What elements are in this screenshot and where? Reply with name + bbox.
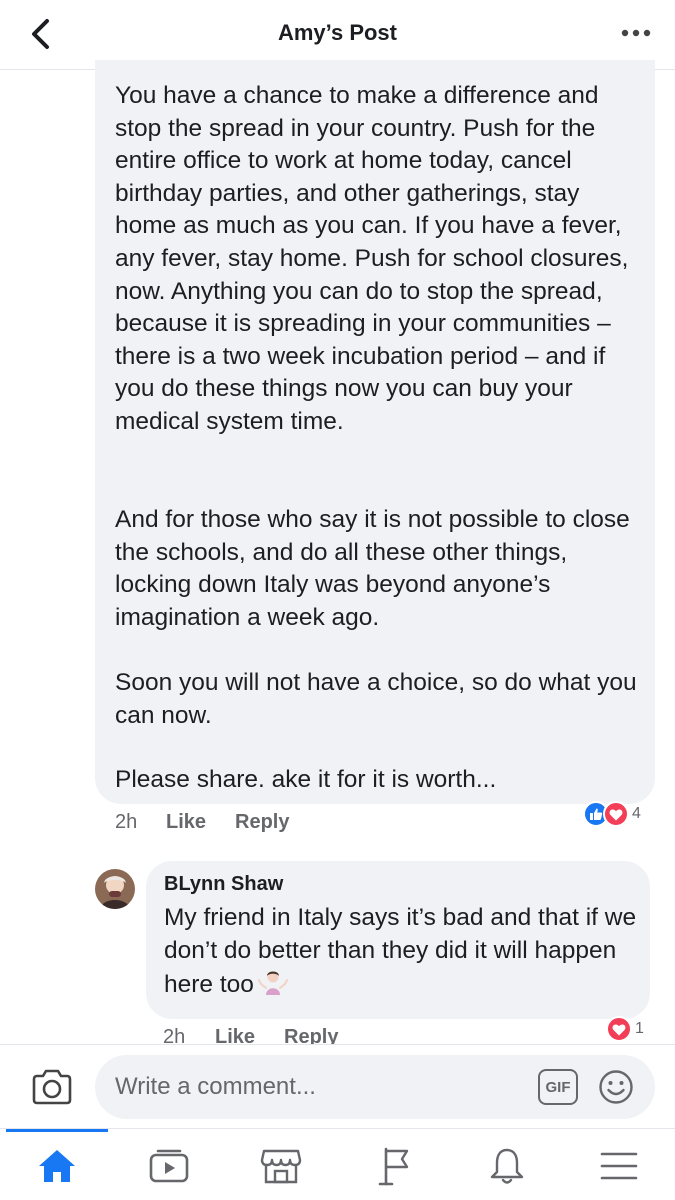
reply-bubble: BLynn Shaw My friend in Italy says it’s … [146,861,650,1019]
comment-paragraph: Please share. ake it for it is worth... [115,766,497,793]
home-icon [39,1150,75,1182]
reply-author-name[interactable]: BLynn Shaw [164,873,283,896]
notifications-bell-icon [490,1148,524,1184]
comment-reactions[interactable]: 4 [583,799,641,829]
camera-button[interactable] [30,1067,74,1107]
comment-like-button[interactable]: Like [166,811,206,834]
nav-watch[interactable] [141,1143,197,1189]
active-tab-indicator [6,1129,108,1132]
watch-icon [149,1149,189,1183]
marketplace-icon [260,1149,302,1184]
more-horizontal-icon [621,29,651,37]
camera-icon [32,1069,72,1105]
menu-icon [600,1152,638,1180]
nav-menu[interactable] [591,1143,647,1189]
smiley-icon [599,1070,633,1104]
more-options-button[interactable] [619,18,653,48]
nav-pages[interactable] [365,1143,421,1189]
reply-text: My friend in Italy says it’s bad and tha… [164,904,637,998]
emoji-button[interactable] [598,1069,634,1105]
bottom-navigation [0,1128,675,1200]
comment-paragraph: And for those who say it is not possible… [115,506,630,631]
comment-reply-button[interactable]: Reply [235,811,289,834]
comment-paragraph: Soon you will not have a choice, so do w… [115,669,637,729]
nav-notifications[interactable] [479,1143,535,1189]
reply-reactions[interactable]: 1 [606,1014,644,1044]
comment-timestamp: 2h [115,811,138,833]
reaction-count: 1 [635,1020,644,1037]
reaction-count: 4 [632,805,641,822]
nav-marketplace[interactable] [253,1143,309,1189]
page-title: Amy’s Post [277,20,397,45]
reply-text-block: My friend in Italy says it’s bad and tha… [164,901,642,1001]
avatar[interactable] [95,869,135,909]
comment-bubble: You have a chance to make a difference a… [95,60,655,804]
comment-composer: GIF [0,1044,675,1130]
comment-paragraph: You have a chance to make a difference a… [115,82,629,435]
gif-button[interactable]: GIF [538,1069,578,1105]
person-shrugging-emoji [257,971,288,995]
nav-home[interactable] [29,1143,85,1189]
pages-flag-icon [378,1147,409,1186]
love-reaction-icon [606,1016,632,1042]
love-reaction-icon [603,801,629,827]
